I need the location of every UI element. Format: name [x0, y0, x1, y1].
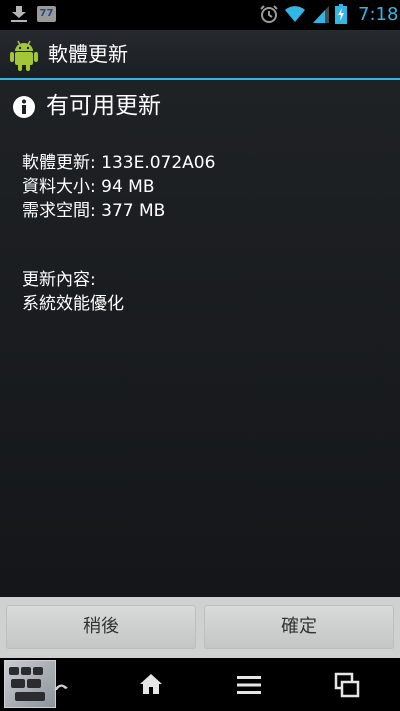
required-space-text: 需求空間: 377 MB [22, 201, 166, 221]
thumbnail-key [11, 679, 25, 688]
back-icon[interactable] [52, 678, 70, 694]
thumbnail-key [33, 667, 43, 675]
confirm-button[interactable]: 確定 [204, 605, 394, 649]
download-icon [11, 6, 27, 22]
thumbnail-key [21, 667, 31, 675]
dialog-title: 有可用更新 [46, 93, 161, 119]
menu-icon[interactable] [236, 674, 262, 696]
action-bar: 軟體更新 [0, 30, 400, 78]
info-icon [13, 96, 35, 118]
navigation-bar [0, 658, 400, 711]
recent-apps-icon[interactable] [334, 672, 360, 698]
thumbnail-key [9, 667, 19, 675]
update-content-text: 系統效能優化 [22, 294, 124, 314]
action-bar-title: 軟體更新 [48, 42, 128, 66]
home-icon[interactable] [139, 672, 163, 696]
battery-charging-icon [335, 4, 347, 24]
later-button[interactable]: 稍後 [6, 605, 196, 649]
update-content-label: 更新內容: [22, 270, 96, 290]
data-size-text: 資料大小: 94 MB [22, 177, 155, 197]
screen: 77 7:18 軟體更新 有可用更新 軟體更新: 133E.072A06 資料大… [0, 0, 400, 711]
thumbnail-key [15, 692, 45, 701]
thumbnail-key [27, 679, 41, 688]
app-thumbnail[interactable] [4, 660, 56, 708]
signal-icon [313, 6, 329, 23]
wifi-icon [285, 6, 305, 22]
android-robot-icon[interactable] [9, 38, 39, 72]
alarm-icon [260, 5, 278, 23]
status-time: 7:18 [358, 4, 399, 25]
dialog-content: 有可用更新 軟體更新: 133E.072A06 資料大小: 94 MB 需求空間… [0, 80, 400, 597]
status-bar: 77 7:18 [0, 0, 400, 30]
software-version-text: 軟體更新: 133E.072A06 [22, 153, 216, 173]
button-bar: 稍後 確定 [0, 597, 400, 658]
notification-badge: 77 [37, 6, 56, 22]
